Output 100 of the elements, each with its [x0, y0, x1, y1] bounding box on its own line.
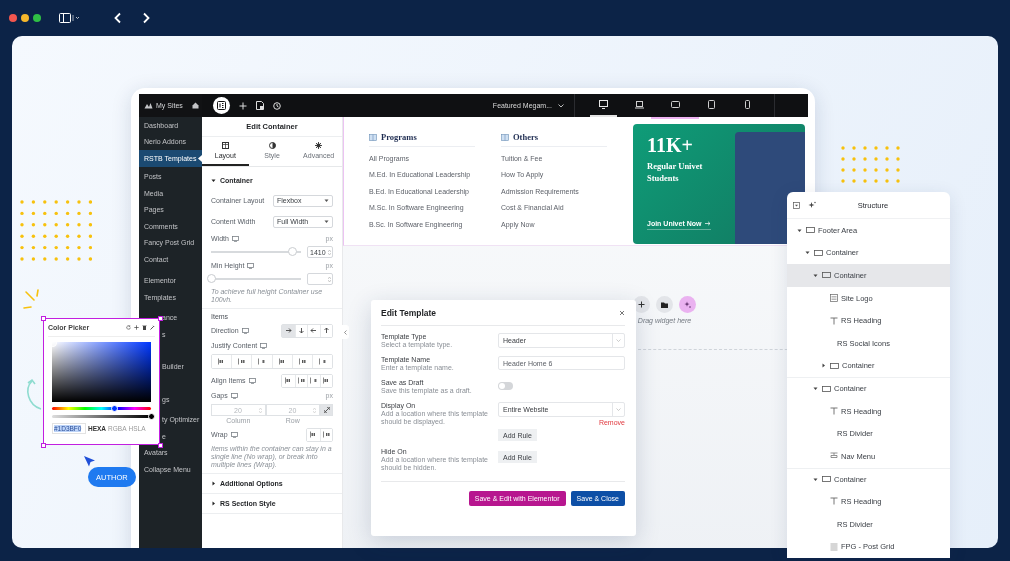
window-close-button[interactable]	[9, 14, 17, 22]
monitor-icon[interactable]	[231, 235, 239, 242]
heading-icon	[830, 316, 838, 325]
heading-icon	[830, 497, 838, 506]
trash-icon[interactable]	[142, 325, 147, 330]
ai-button[interactable]	[679, 296, 696, 313]
tablet-landscape-icon	[671, 100, 680, 109]
slider-thumb[interactable]	[206, 274, 216, 283]
caret-icon[interactable]	[211, 501, 216, 506]
caret-icon[interactable]	[813, 273, 818, 278]
caret-icon[interactable]	[821, 363, 826, 369]
contrast-icon	[268, 142, 276, 149]
align-icon	[258, 358, 266, 365]
book-icon	[369, 133, 377, 141]
chevron-down-icon	[616, 339, 621, 342]
align-icon	[297, 377, 305, 384]
tablet-icon	[707, 100, 716, 109]
sparkle-icon[interactable]	[808, 201, 816, 209]
window-minimize-button[interactable]	[21, 14, 29, 22]
align-icon	[310, 377, 318, 384]
monitor-icon[interactable]	[248, 377, 256, 384]
container-icon	[814, 249, 823, 256]
resize-handle[interactable]	[158, 443, 163, 448]
monitor-icon[interactable]	[260, 342, 268, 349]
caret-icon[interactable]	[324, 219, 329, 224]
arrow-icon	[310, 327, 318, 334]
add-icon	[638, 301, 645, 308]
forward-icon[interactable]	[141, 12, 151, 24]
align-icon	[278, 358, 286, 365]
caret-icon[interactable]	[797, 227, 802, 233]
caret-icon[interactable]	[211, 178, 216, 183]
monitor-icon[interactable]	[241, 327, 249, 334]
arrow-icon	[284, 327, 292, 334]
container-icon	[822, 385, 831, 392]
chevron-down-icon	[558, 103, 564, 108]
caret-icon[interactable]	[324, 198, 329, 203]
document-icon[interactable]	[256, 101, 264, 110]
promo-stat: 11K+	[647, 134, 694, 157]
align-icon	[238, 358, 246, 365]
hue-slider[interactable]	[52, 407, 151, 410]
container-icon	[830, 362, 839, 369]
saturation-area[interactable]	[52, 342, 151, 402]
heading-icon	[830, 407, 838, 416]
dropdown-icon[interactable]	[793, 201, 800, 209]
monitor-icon[interactable]	[230, 392, 238, 399]
chevron-left-icon	[344, 329, 347, 335]
caret-icon[interactable]	[211, 481, 216, 486]
cursor-icon	[83, 455, 96, 468]
promo-text: Regular Univet Students	[647, 160, 704, 184]
dot-grid-drawing	[841, 146, 900, 183]
align-icon	[318, 358, 326, 365]
slider-thumb[interactable]	[287, 247, 297, 256]
chevron-down-icon	[616, 408, 621, 411]
resize-handle[interactable]	[158, 316, 163, 321]
history-icon[interactable]	[273, 101, 281, 110]
image-icon	[830, 294, 838, 303]
sidebar-toggle-icon[interactable]	[59, 13, 81, 23]
logo-icon	[217, 101, 226, 110]
reset-icon[interactable]	[126, 325, 131, 330]
align-icon	[284, 377, 292, 384]
menu-heading: Programs	[381, 132, 417, 142]
settings-icon	[315, 142, 323, 149]
add-icon[interactable]	[134, 325, 139, 330]
folder-button[interactable]	[656, 296, 673, 313]
folder-icon	[661, 301, 668, 308]
arrow-right-icon	[705, 221, 712, 226]
monitor-icon[interactable]	[247, 262, 255, 269]
window-zoom-button[interactable]	[33, 14, 41, 22]
network-icon	[144, 102, 153, 109]
dialog-title: Edit Template	[381, 307, 437, 318]
menu-heading: Others	[513, 132, 539, 142]
resize-handle[interactable]	[41, 443, 46, 448]
eyedropper-icon[interactable]	[150, 325, 155, 330]
sparkle-icon	[684, 301, 691, 308]
grid-icon	[830, 542, 838, 551]
laptop-icon	[635, 100, 644, 109]
resize-handle[interactable]	[41, 316, 46, 321]
close-icon[interactable]	[619, 309, 625, 316]
option-button[interactable]	[307, 374, 320, 387]
caret-icon[interactable]	[813, 476, 818, 482]
monitor-icon[interactable]	[230, 431, 238, 438]
container-icon	[806, 227, 815, 234]
link-icon	[323, 407, 330, 413]
home-icon[interactable]	[192, 102, 199, 109]
container-icon	[822, 476, 831, 483]
align-icon	[218, 358, 226, 365]
caret-icon[interactable]	[813, 386, 818, 392]
caret-icon[interactable]	[805, 250, 810, 256]
elementor-menu-button[interactable]	[213, 97, 230, 114]
align-icon	[309, 431, 317, 438]
toggle-switch[interactable]	[498, 382, 513, 390]
back-icon[interactable]	[113, 12, 123, 24]
container-icon	[822, 272, 831, 279]
number-field[interactable]	[307, 273, 333, 285]
book-icon	[501, 133, 509, 141]
desktop-icon	[599, 100, 608, 109]
align-icon	[322, 431, 330, 438]
link-button[interactable]	[320, 404, 333, 416]
mobile-icon	[743, 100, 752, 109]
option-button[interactable]	[282, 324, 295, 337]
